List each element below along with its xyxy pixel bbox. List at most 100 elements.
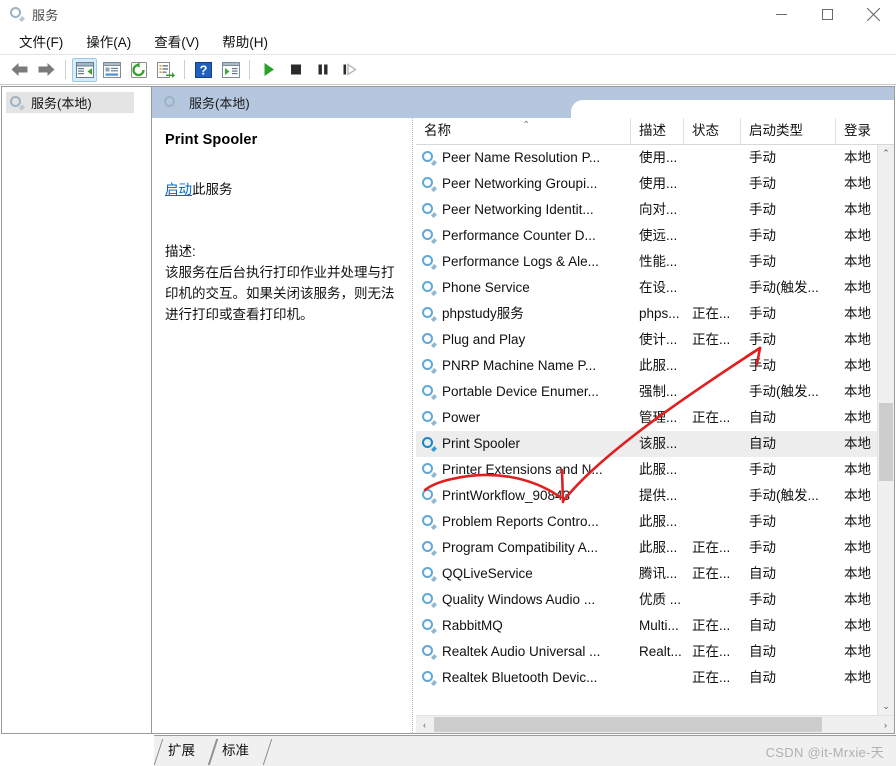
- pause-service-icon[interactable]: [310, 58, 335, 82]
- start-service-icon[interactable]: [256, 58, 281, 82]
- menu-view[interactable]: 查看(V): [145, 28, 208, 54]
- column-header-description[interactable]: 描述: [631, 118, 684, 144]
- service-name-label: Peer Networking Groupi...: [442, 176, 598, 191]
- column-header-startup-type[interactable]: 启动类型: [741, 118, 836, 144]
- menu-action[interactable]: 操作(A): [77, 28, 140, 54]
- scroll-up-icon[interactable]: ⌃: [878, 145, 894, 162]
- window-controls: [758, 0, 896, 28]
- table-row[interactable]: Peer Networking Identit... 向对... 手动 本地: [416, 197, 894, 223]
- cell-state: 正在...: [692, 540, 731, 555]
- tab-standard[interactable]: 标准: [207, 736, 273, 766]
- help-icon[interactable]: ?: [191, 58, 216, 82]
- refresh-icon[interactable]: [126, 58, 151, 82]
- table-row[interactable]: Performance Logs & Ale... 性能... 手动 本地: [416, 249, 894, 275]
- minimize-button[interactable]: [758, 0, 804, 28]
- cell-name: PrintWorkflow_90843: [416, 483, 631, 509]
- table-row[interactable]: Program Compatibility A... 此服... 正在... 手动 本地: [416, 535, 894, 561]
- table-row[interactable]: phpstudy服务 phps... 正在... 手动 本地: [416, 301, 894, 327]
- table-row[interactable]: Print Spooler 该服... 自动 本地: [416, 431, 894, 457]
- scroll-right-icon[interactable]: ›: [877, 716, 894, 733]
- restart-service-icon[interactable]: [337, 58, 362, 82]
- table-row[interactable]: Quality Windows Audio ... 优质 ... 手动 本地: [416, 587, 894, 613]
- cell-desc: 使远...: [639, 228, 678, 243]
- cell-desc: 在设...: [639, 280, 678, 295]
- forward-arrow-icon[interactable]: [34, 58, 59, 82]
- service-name-label: Portable Device Enumer...: [442, 384, 599, 399]
- start-service-link[interactable]: 启动: [165, 182, 192, 197]
- table-row[interactable]: Power 管理... 正在... 自动 本地: [416, 405, 894, 431]
- gear-icon: [421, 254, 437, 270]
- cell-state: [684, 587, 741, 613]
- service-name-label: Print Spooler: [442, 436, 521, 451]
- gear-icon: [421, 540, 437, 556]
- cell-name: phpstudy服务: [416, 301, 631, 327]
- export-list-icon[interactable]: [153, 58, 178, 82]
- sidebar-item-services-local[interactable]: 服务(本地): [6, 92, 134, 113]
- table-row[interactable]: Printer Extensions and N... 此服... 手动 本地: [416, 457, 894, 483]
- properties-icon[interactable]: [99, 58, 124, 82]
- table-row[interactable]: PNRP Machine Name P... 此服... 手动 本地: [416, 353, 894, 379]
- vertical-scrollbar[interactable]: ⌃ ⌄: [877, 145, 894, 715]
- list-header: 名称 ⌃ 描述 状态 启动类型 登录: [416, 118, 894, 145]
- description-label: 描述:: [165, 244, 196, 259]
- window-gear-icon: [9, 6, 25, 22]
- pane-header: 服务(本地): [152, 87, 894, 118]
- menu-help[interactable]: 帮助(H): [213, 28, 277, 54]
- table-row[interactable]: PrintWorkflow_90843 提供... 手动(触发... 本地: [416, 483, 894, 509]
- table-row[interactable]: Problem Reports Contro... 此服... 手动 本地: [416, 509, 894, 535]
- table-row[interactable]: Realtek Bluetooth Devic... 正在... 自动 本地: [416, 665, 894, 691]
- cell-start: 手动: [749, 228, 776, 243]
- table-row[interactable]: Peer Networking Groupi... 使用... 手动 本地: [416, 171, 894, 197]
- cell-name: Print Spooler: [416, 431, 631, 457]
- toolbar-separator: [184, 60, 185, 79]
- cell-name: Portable Device Enumer...: [416, 379, 631, 405]
- service-name-label: PNRP Machine Name P...: [442, 358, 597, 373]
- vertical-scroll-thumb[interactable]: [879, 403, 893, 481]
- show-hide-tree-icon[interactable]: [72, 57, 97, 82]
- horizontal-scrollbar[interactable]: ‹ ›: [416, 715, 894, 733]
- table-row[interactable]: Realtek Audio Universal ... Realt... 正在...…: [416, 639, 894, 665]
- services-list: 名称 ⌃ 描述 状态 启动类型 登录 Peer Name Resolution …: [416, 118, 894, 733]
- toolbar: ?: [0, 55, 896, 85]
- back-arrow-icon[interactable]: [7, 58, 32, 82]
- close-button[interactable]: [850, 0, 896, 28]
- menu-file[interactable]: 文件(F): [10, 28, 72, 54]
- cell-state: [684, 483, 741, 509]
- scroll-down-icon[interactable]: ⌄: [878, 698, 894, 715]
- table-row[interactable]: Plug and Play 使计... 正在... 手动 本地: [416, 327, 894, 353]
- cell-start: 手动: [749, 150, 776, 165]
- cell-start: 手动(触发...: [749, 280, 819, 295]
- cell-start: 手动: [749, 358, 776, 373]
- table-row[interactable]: RabbitMQ Multi... 正在... 自动 本地: [416, 613, 894, 639]
- cell-state: 正在...: [692, 410, 731, 425]
- service-name-label: Plug and Play: [442, 332, 526, 347]
- cell-state: 正在...: [692, 618, 731, 633]
- table-row[interactable]: Peer Name Resolution P... 使用... 手动 本地: [416, 145, 894, 171]
- cell-state: [684, 145, 741, 171]
- cell-start: 手动(触发...: [749, 384, 819, 399]
- selected-service-name: Print Spooler: [165, 132, 258, 148]
- scroll-left-icon[interactable]: ‹: [416, 716, 433, 733]
- table-row[interactable]: Phone Service 在设... 手动(触发... 本地: [416, 275, 894, 301]
- cell-desc: 向对...: [639, 202, 678, 217]
- cell-name: Quality Windows Audio ...: [416, 587, 631, 613]
- column-header-status[interactable]: 状态: [684, 118, 741, 144]
- description-text: 该服务在后台执行打印作业并处理与打印机的交互。如果关闭该服务，则无法进行打印或查…: [165, 265, 395, 322]
- table-row[interactable]: Portable Device Enumer... 强制... 手动(触发... 本地: [416, 379, 894, 405]
- maximize-button[interactable]: [804, 0, 850, 28]
- gear-icon: [421, 176, 437, 192]
- column-header-name[interactable]: 名称 ⌃: [416, 118, 631, 144]
- table-row[interactable]: QQLiveService 腾讯... 正在... 自动 本地: [416, 561, 894, 587]
- table-row[interactable]: Performance Counter D... 使远... 手动 本地: [416, 223, 894, 249]
- horizontal-scroll-thumb[interactable]: [434, 717, 822, 732]
- cell-name: Peer Name Resolution P...: [416, 145, 631, 171]
- cell-state: 正在...: [692, 332, 731, 347]
- cell-desc: 强制...: [639, 384, 678, 399]
- cell-state: 正在...: [692, 306, 731, 321]
- cell-desc: 使计...: [639, 332, 678, 347]
- tab-extended[interactable]: 扩展: [153, 736, 219, 766]
- cell-state: 正在...: [692, 670, 731, 685]
- column-header-logon-as[interactable]: 登录: [836, 118, 894, 144]
- show-action-pane-icon[interactable]: [218, 58, 243, 82]
- stop-service-icon[interactable]: [283, 58, 308, 82]
